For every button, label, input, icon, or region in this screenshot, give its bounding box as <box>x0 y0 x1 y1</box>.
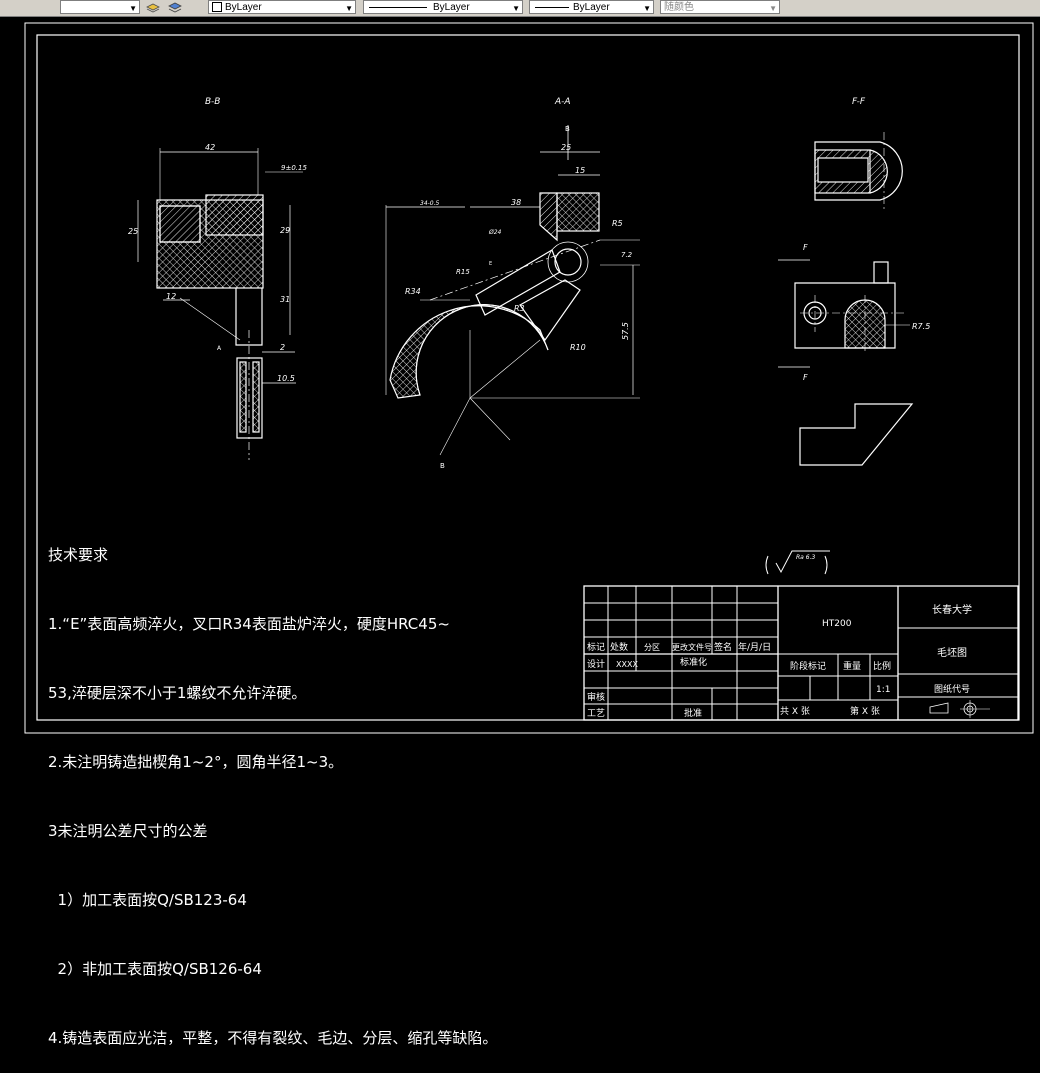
chevron-down-icon: ▼ <box>643 4 651 13</box>
line-sample <box>535 6 569 8</box>
dim-r7-5: R7.5 <box>912 322 930 331</box>
tech-title: 技术要求 <box>48 546 109 564</box>
label-f-top: F <box>803 243 808 252</box>
tb-mark: 标记 <box>587 641 605 653</box>
dim-r34: R34 <box>405 287 421 296</box>
line-sample <box>369 6 427 8</box>
plotstyle-value: 随颜色 <box>664 2 694 13</box>
dim-25: 25 <box>128 227 138 236</box>
tb-date: 年/月/日 <box>738 641 771 653</box>
tb-standardize: 标准化 <box>680 656 707 668</box>
view-title-aa: A-A <box>554 97 571 107</box>
label-b-top: B <box>565 125 570 133</box>
dim-38: 38 <box>511 198 521 207</box>
drawing-code: 图纸代号 <box>934 683 970 695</box>
lineweight-control[interactable]: ByLayer ▼ <box>529 0 654 14</box>
tb-total: 共 X 张 <box>780 706 810 717</box>
material: HT200 <box>822 619 852 629</box>
tb-scale: 比例 <box>873 660 891 672</box>
layer-states-icon[interactable] <box>168 1 182 13</box>
view-title-ff: F-F <box>852 97 866 107</box>
chevron-down-icon: ▼ <box>345 4 353 13</box>
tb-process: 工艺 <box>587 708 605 719</box>
layer-dropdown-tail[interactable]: ▼ <box>60 0 140 14</box>
chevron-down-icon: ▼ <box>769 4 777 13</box>
section-view-ff <box>778 132 914 466</box>
section-view-bb <box>137 148 303 460</box>
label-b-bottom: B <box>440 462 445 470</box>
dim-r15: R15 <box>456 268 470 276</box>
school-name: 长春大学 <box>932 603 972 616</box>
tb-approve: 批准 <box>684 707 702 719</box>
label-e: E <box>489 261 492 267</box>
tb-weight: 重量 <box>843 660 861 672</box>
tech-line: 1）加工表面按Q/SB123-64 <box>48 891 247 909</box>
roughness-value: Ra 6.3 <box>796 554 815 561</box>
dim-9: 9±0.15 <box>281 164 307 172</box>
tech-line: 2）非加工表面按Q/SB126-64 <box>48 960 262 978</box>
dim-r5: R5 <box>612 219 623 228</box>
tb-change-doc: 更改文件号 <box>672 642 712 652</box>
label-a: A <box>217 345 222 352</box>
plotstyle-control[interactable]: 随颜色 ▼ <box>660 0 780 14</box>
tb-sheet: 第 X 张 <box>850 705 880 717</box>
tb-scale-value: 1:1 <box>876 685 890 695</box>
dim-42: 42 <box>205 143 215 152</box>
color-value: ByLayer <box>225 2 262 13</box>
tb-count: 处数 <box>610 641 628 653</box>
chevron-down-icon: ▼ <box>129 4 137 13</box>
linetype-value: ByLayer <box>433 2 470 13</box>
dim-15: 15 <box>575 166 585 175</box>
dim-57-5: 57.5 <box>621 322 630 340</box>
dim-12: 12 <box>166 292 176 301</box>
dim-r3: R3 <box>514 304 525 313</box>
chevron-down-icon: ▼ <box>512 4 520 13</box>
tb-stage-mark: 阶段标记 <box>790 660 826 672</box>
layers-icon[interactable] <box>146 1 160 13</box>
tb-review: 审核 <box>587 691 605 703</box>
dim-34: 34-0.5 <box>420 200 440 207</box>
tech-line: 53,淬硬层深不小于1螺纹不允许淬硬。 <box>48 684 307 702</box>
dim-7-2: 7.2 <box>621 251 633 259</box>
dim-29: 29 <box>280 226 290 235</box>
lineweight-value: ByLayer <box>573 2 610 13</box>
tb-zone: 分区 <box>644 643 660 652</box>
properties-toolbar: ▼ ByLayer ▼ ByLayer ▼ ByLayer ▼ 随颜色 ▼ <box>0 0 1040 17</box>
tb-design: 设计 <box>587 658 605 670</box>
tech-line: 3未注明公差尺寸的公差 <box>48 822 208 840</box>
view-title-bb: B-B <box>205 97 220 107</box>
color-swatch-icon <box>212 2 222 13</box>
linetype-control[interactable]: ByLayer ▼ <box>363 0 523 14</box>
label-f-bottom: F <box>803 373 808 382</box>
tech-line: 1.“E”表面高频淬火，叉口R34表面盐炉淬火，硬度HRC45~ <box>48 615 450 633</box>
tb-designer: XXXX <box>616 660 638 669</box>
dim-10-5: 10.5 <box>277 374 295 383</box>
technical-requirements: 技术要求 1.“E”表面高频淬火，叉口R34表面盐炉淬火，硬度HRC45~ 53… <box>48 498 497 1073</box>
color-control[interactable]: ByLayer ▼ <box>208 0 356 14</box>
dim-31: 31 <box>280 295 290 304</box>
dim-2: 2 <box>280 343 285 352</box>
dim-25b: 25 <box>561 143 571 152</box>
tb-sign: 签名 <box>714 641 732 653</box>
tech-line: 4.铸造表面应光洁，平整，不得有裂纹、毛边、分层、缩孔等缺陷。 <box>48 1029 498 1047</box>
section-view-aa <box>385 125 640 456</box>
drawing-name: 毛坯图 <box>937 647 967 659</box>
dim-phi24: Ø24 <box>488 229 502 236</box>
tech-line: 2.未注明铸造拙楔角1~2°，圆角半径1~3。 <box>48 753 344 771</box>
dim-r10: R10 <box>570 343 586 352</box>
